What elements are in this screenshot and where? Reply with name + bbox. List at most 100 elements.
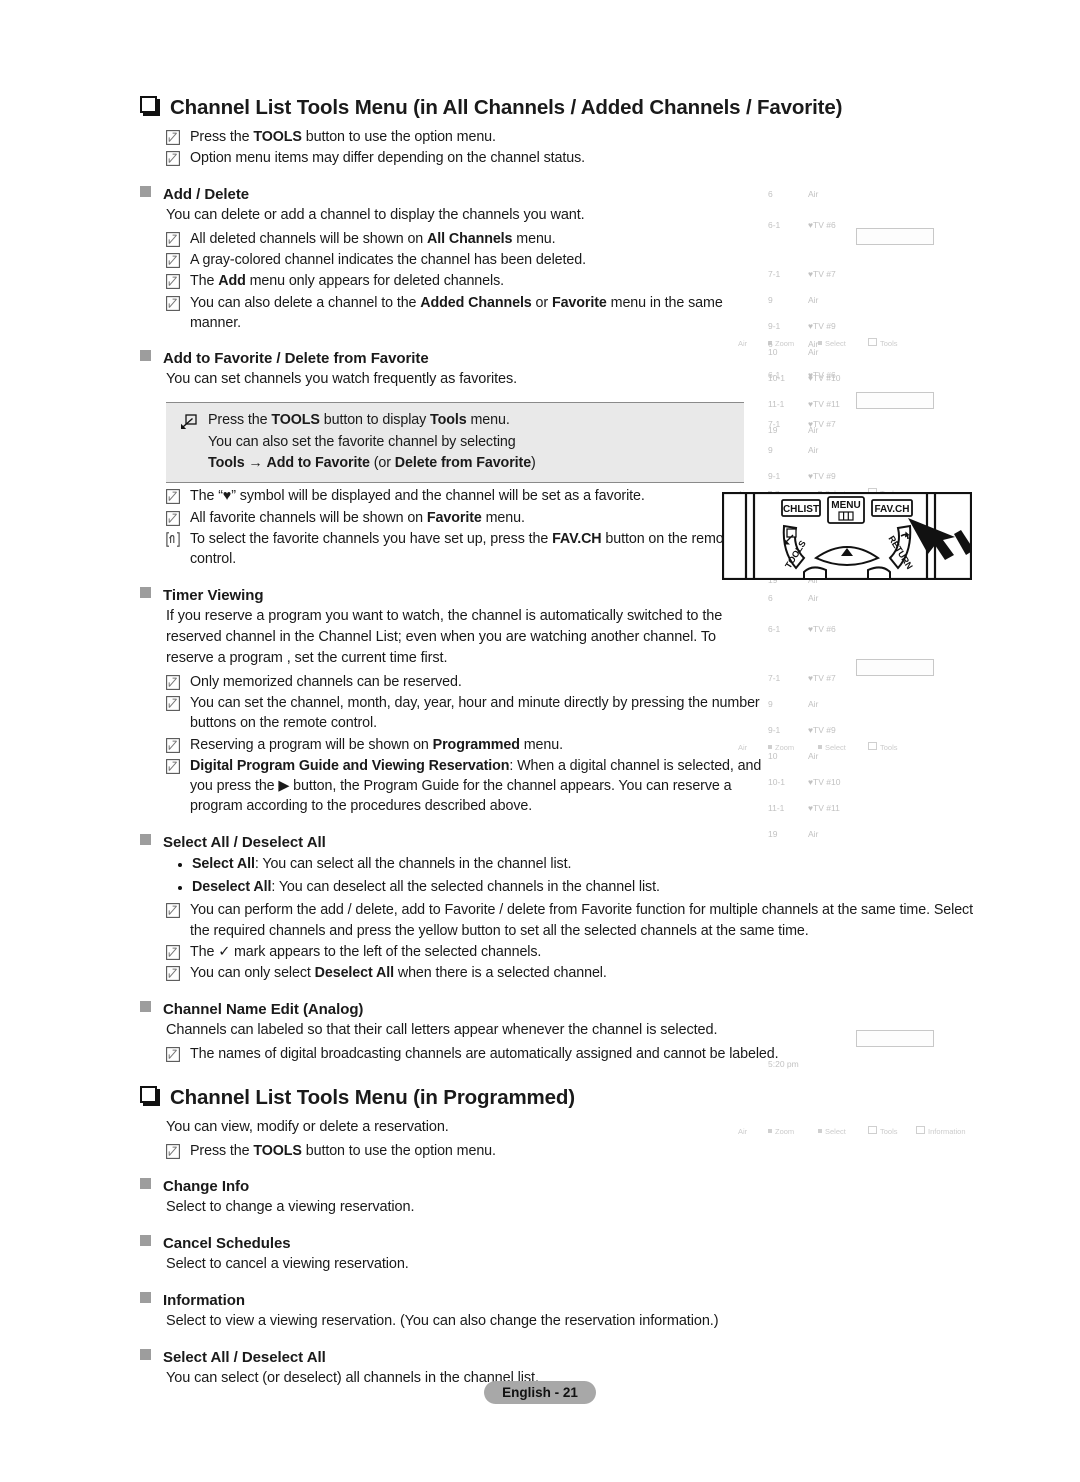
note-text: You can perform the add / delete, add to… <box>190 902 973 939</box>
channel-number: 6-1 <box>768 370 781 380</box>
note-icon <box>166 489 180 505</box>
subsection-intro: Select to cancel a viewing reservation. <box>166 1256 409 1273</box>
channel-name: ♥TV #7 <box>808 673 836 683</box>
section-heading-text: Channel List Tools Menu (in Programmed) <box>170 1085 575 1109</box>
channel-number: 7-1 <box>768 673 781 683</box>
channel-name: ♥TV #6 <box>808 624 836 634</box>
subsection-heading-text: Select All / Deselect All <box>163 1349 326 1367</box>
svg-text:MENU: MENU <box>831 500 860 511</box>
channel-name: Air <box>808 699 819 709</box>
note-item: Press the TOOLS button to use the option… <box>166 1141 980 1161</box>
channel-number: 7-1 <box>768 269 781 279</box>
gray-square-bullet-icon <box>140 350 151 362</box>
note-text: You can set the channel, month, day, yea… <box>190 694 760 732</box>
gray-square-bullet-icon <box>140 1178 151 1190</box>
note-icon <box>166 944 180 960</box>
channel-name: ♥TV #9 <box>808 321 836 331</box>
subsection-heading-text: Information <box>163 1292 245 1310</box>
svg-text:FAV.CH: FAV.CH <box>874 504 909 515</box>
remote-button-ch-list: CHLIST <box>781 499 821 517</box>
channel-list-screenshot-3: 6 Air 6-1 ♥TV #6 7-1 ♥TV #7 9 Air 9-1 ♥TV #9 … <box>730 592 980 839</box>
gray-square-bullet-icon <box>140 185 151 197</box>
subsection-heading-information: Information <box>140 1292 980 1309</box>
dot-bullet-icon <box>178 886 182 891</box>
channel-number: 10-1 <box>768 777 786 787</box>
subsection-heading-text: Cancel Schedules <box>163 1235 291 1253</box>
section-heading-channel-list-programmed: Channel List Tools Menu (in Programmed) <box>140 1085 980 1110</box>
note-icon <box>166 674 180 690</box>
toolbar-zoom: Zoom <box>768 1126 794 1138</box>
programmed-list-screenshot: 5:20 pm Air Zoom Select Tools Informatio… <box>730 1022 980 1136</box>
hollow-square-bullet-icon <box>140 1085 157 1103</box>
subsection-intro: If you reserve a program you want to wat… <box>166 606 756 669</box>
channel-number: 6-1 <box>768 624 781 634</box>
timer-intro-line-2: reserved channel in the Channel List; ev… <box>166 628 698 645</box>
subsection-intro: Select to view a viewing reservation. (Y… <box>166 1313 719 1330</box>
channel-name: ♥TV #7 <box>808 419 836 429</box>
tools-tip-line-2: You can also set the favorite channel by… <box>208 433 516 450</box>
svg-text:CHLIST: CHLIST <box>783 504 819 515</box>
subsection-intro: Select to change a viewing reservation. <box>166 1199 415 1216</box>
toolbar-information: Information <box>916 1126 966 1138</box>
note-icon <box>166 130 180 145</box>
toolbar-tools: Tools <box>868 1126 898 1138</box>
channel-name: ♥TV #6 <box>808 370 836 380</box>
note-item: To select the favorite channels you have… <box>166 529 756 570</box>
note-icon <box>166 966 180 982</box>
toolbar-source-label: Air <box>738 1127 748 1136</box>
channel-number: 19 <box>768 829 778 839</box>
gray-square-bullet-icon <box>140 586 151 598</box>
channel-list-screenshot-2: 6 Air 6-1 ♥TV #6 7-1 ♥TV #7 9 Air 9-1 ♥TV #9 … <box>730 338 980 585</box>
note-text: You can also delete a channel to the Add… <box>190 294 723 331</box>
note-item: You can only select Deselect All when th… <box>166 963 980 983</box>
channel-number: 6-1 <box>768 220 781 230</box>
remote-button-menu: MENU <box>827 496 865 524</box>
channel-list-screenshot-1: 6 Air 6-1 ♥TV #6 7-1 ♥TV #7 9 Air 9-1 ♥TV #9 … <box>730 188 980 435</box>
gray-square-bullet-icon <box>140 1235 151 1247</box>
note-item: The ✓ mark appears to the left of the se… <box>166 942 980 962</box>
channel-number: 7-1 <box>768 419 781 429</box>
note-text: The ✓ mark appears to the left of the se… <box>190 943 542 960</box>
note-icon <box>166 510 180 526</box>
subsection-heading-change-info: Change Info <box>140 1178 980 1195</box>
note-icon <box>166 274 180 290</box>
note-item: Press the TOOLS button to use the option… <box>166 127 980 147</box>
note-icon <box>166 737 180 753</box>
subsection-heading-text: Channel Name Edit (Analog) <box>163 1000 364 1018</box>
subsection-heading-channel-name-edit: Channel Name Edit (Analog) <box>140 1000 980 1018</box>
tools-shortcut-icon <box>180 414 197 430</box>
note-icon <box>166 151 180 167</box>
toolbar-zoom: Zoom <box>768 742 794 754</box>
highlight-box <box>856 1030 934 1047</box>
gray-square-bullet-icon <box>140 1292 151 1304</box>
channel-number: 6 <box>768 189 773 199</box>
note-icon <box>166 758 180 774</box>
channel-name: ♥TV #11 <box>808 803 840 813</box>
subsection-heading-cancel-schedules: Cancel Schedules <box>140 1235 980 1252</box>
channel-number: 9-1 <box>768 471 781 481</box>
channel-name: ♥TV #9 <box>808 725 836 735</box>
note-icon <box>166 295 180 311</box>
timer-intro-line-1: If you reserve a program you want to wat… <box>166 607 723 624</box>
section-heading-channel-list-tools: Channel List Tools Menu (in All Channels… <box>140 96 980 120</box>
channel-number: 9 <box>768 699 773 709</box>
channel-number: 11-1 <box>768 803 785 813</box>
note-item: Digital Program Guide and Viewing Reserv… <box>166 756 766 817</box>
channel-number: 9 <box>768 295 773 305</box>
subsection-heading-select-all-programmed: Select All / Deselect All <box>140 1349 980 1366</box>
channel-name: ♥TV #6 <box>808 220 836 230</box>
note-icon <box>166 903 180 919</box>
toolbar-source-label: Air <box>738 743 748 752</box>
channel-number: 9-1 <box>768 725 781 735</box>
channel-number: 9-1 <box>768 321 781 331</box>
channel-name: Air <box>808 829 819 839</box>
channel-name: Air <box>808 339 819 349</box>
screenshot-toolbar: Air Zoom Select Tools <box>730 742 980 754</box>
note-item: You can perform the add / delete, add to… <box>166 900 996 941</box>
dot-bullet-icon <box>178 862 182 867</box>
note-text: You can only select Deselect All when th… <box>190 965 607 982</box>
note-text: Option menu items may differ depending o… <box>190 150 585 167</box>
section-heading-text: Channel List Tools Menu (in All Channels… <box>170 96 843 119</box>
hollow-square-bullet-icon <box>140 96 157 113</box>
remote-button-icon <box>166 532 180 547</box>
